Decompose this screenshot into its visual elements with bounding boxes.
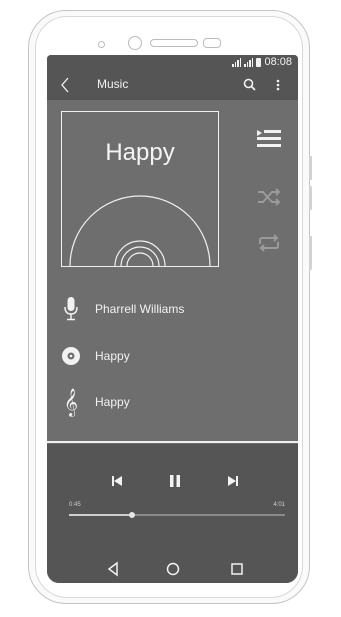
divider — [47, 441, 298, 443]
album-name: Happy — [95, 349, 130, 363]
microphone-icon — [61, 296, 81, 322]
screen: 08:08 Music Happy Pharrell Williams Happ… — [47, 55, 298, 583]
pause-icon[interactable] — [166, 472, 184, 490]
player-panel: 0:45 4:01 — [47, 444, 298, 583]
song-row: 𝄞 Happy — [61, 389, 130, 415]
skip-next-icon[interactable] — [224, 472, 242, 490]
signal-icon — [232, 57, 242, 67]
nav-bar — [47, 556, 298, 583]
total-duration: 4:01 — [273, 502, 285, 508]
repeat-icon[interactable] — [255, 231, 283, 255]
artist-row: Pharrell Williams — [61, 296, 184, 322]
elapsed-time: 0:45 — [69, 502, 81, 508]
disc-illustration — [69, 195, 211, 266]
volume-up-button — [309, 156, 312, 180]
status-bar: 08:08 — [47, 55, 298, 70]
app-title: Music — [97, 77, 129, 91]
power-button — [309, 236, 312, 270]
search-icon[interactable] — [241, 76, 259, 94]
seek-bar-progress — [69, 514, 132, 516]
earpiece-speaker — [150, 39, 198, 47]
back-arrow-icon[interactable] — [56, 75, 76, 95]
skip-previous-icon[interactable] — [108, 472, 126, 490]
album-art: Happy — [61, 111, 219, 267]
volume-down-button — [309, 186, 312, 210]
playlist-icon[interactable] — [255, 127, 283, 151]
treble-clef-icon: 𝄞 — [63, 388, 79, 416]
front-camera — [128, 36, 142, 50]
seek-thumb[interactable] — [128, 512, 135, 518]
battery-icon — [256, 57, 262, 67]
more-vert-icon[interactable] — [271, 76, 285, 94]
signal-icon — [244, 57, 254, 67]
proximity-dot — [98, 41, 105, 48]
artist-name: Pharrell Williams — [95, 302, 185, 316]
seek-bar[interactable] — [69, 512, 285, 518]
light-sensor — [203, 38, 221, 48]
status-time: 08:08 — [264, 56, 292, 68]
nav-back-icon[interactable] — [103, 559, 123, 579]
song-name: Happy — [95, 395, 130, 409]
nav-home-icon[interactable] — [163, 559, 183, 579]
app-bar: Music — [47, 70, 298, 100]
disc-icon — [61, 343, 81, 369]
shuffle-icon[interactable] — [255, 185, 283, 209]
album-row: Happy — [61, 343, 130, 369]
nav-recents-icon[interactable] — [227, 559, 247, 579]
